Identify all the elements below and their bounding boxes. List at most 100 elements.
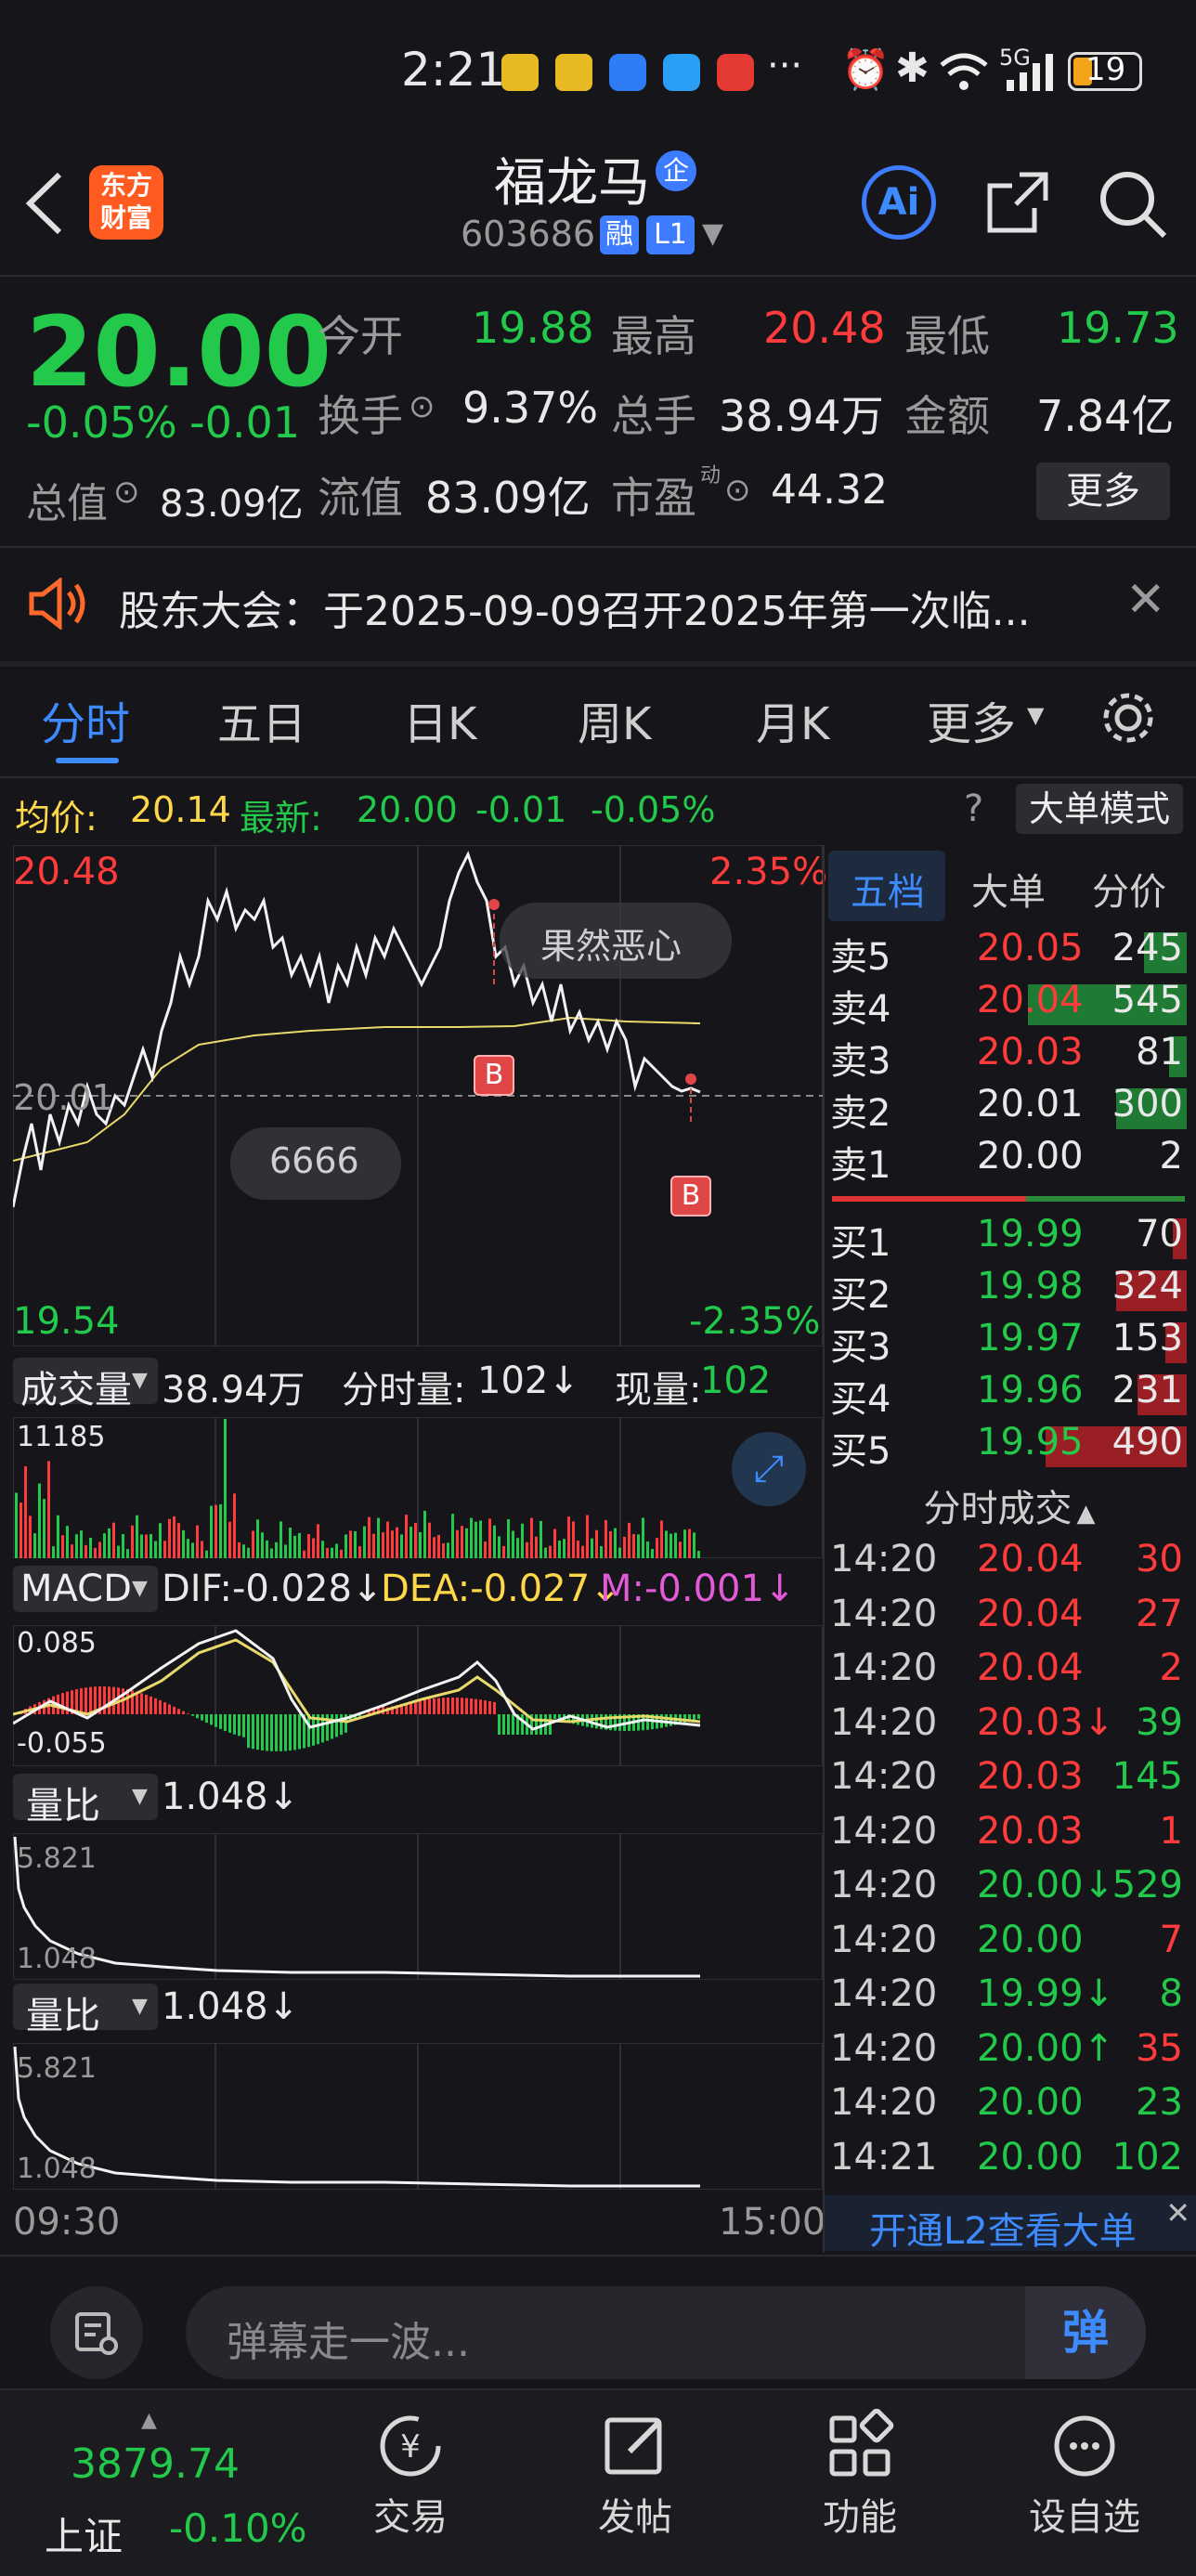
- nav-add-watchlist[interactable]: 设自选: [1010, 2409, 1159, 2541]
- tab-price-dist[interactable]: 分价: [1092, 862, 1166, 916]
- tab-level5[interactable]: 五档: [851, 862, 925, 916]
- badge-l1: L1: [654, 218, 687, 251]
- notice-bar[interactable]: 股东大会：于2025-09-09召开2025年第一次临... ✕: [0, 548, 1196, 659]
- level-badge[interactable]: L1: [646, 215, 695, 254]
- bid-row[interactable]: 买119.9970: [828, 1213, 1190, 1265]
- ask-row[interactable]: 卖220.01300: [828, 1083, 1190, 1135]
- bid-price: 19.96: [977, 1369, 1084, 1412]
- app-notification-icon: [717, 54, 754, 91]
- intraday-chart[interactable]: [13, 845, 823, 1347]
- volume-bar: [238, 1542, 240, 1558]
- expand-button[interactable]: ⤢: [732, 1432, 806, 1506]
- tick-volume-label: 分时量:: [342, 1360, 465, 1413]
- tab-daily-k[interactable]: 日K: [403, 687, 476, 752]
- volume-bar: [484, 1542, 487, 1558]
- volume-bar: [187, 1539, 189, 1558]
- macd-bar: [219, 1714, 222, 1729]
- nav-add-watchlist-label: 设自选: [1010, 2487, 1159, 2541]
- macd-bar: [488, 1701, 491, 1714]
- danmaku-settings-button[interactable]: [50, 2286, 143, 2379]
- app-notification-icon: [501, 54, 539, 91]
- ask-row[interactable]: 卖520.05245: [828, 927, 1190, 979]
- bid-row[interactable]: 买319.97153: [828, 1317, 1190, 1369]
- bid-price: 19.99: [977, 1213, 1084, 1255]
- header: 东方 财富 福龙马 企 603686 融 L1 ▼ Ai: [0, 130, 1196, 269]
- volume-bar: [112, 1523, 115, 1558]
- tab-underline: [56, 758, 119, 763]
- tab-more[interactable]: 更多: [927, 687, 1016, 752]
- volume-bar: [507, 1519, 510, 1558]
- tick-time: 14:20: [830, 1593, 937, 1635]
- buy-marker[interactable]: B: [670, 1176, 711, 1216]
- chevron-down-icon[interactable]: ▼: [702, 217, 723, 250]
- ratio-selector[interactable]: 量比 ▼: [13, 1984, 158, 2030]
- volume-bar: [512, 1531, 514, 1558]
- back-arrow-icon[interactable]: [24, 171, 65, 236]
- tick-volume: 30: [1136, 1538, 1183, 1581]
- macd-bar: [479, 1699, 482, 1714]
- ask-row[interactable]: 卖320.0381: [828, 1031, 1190, 1083]
- index-widget[interactable]: ▲ 3879.74 上证 -0.10%: [37, 2409, 316, 2557]
- tick-volume: 27: [1136, 1593, 1183, 1635]
- volume-bar: [572, 1521, 575, 1558]
- macd-bar: [697, 1714, 700, 1719]
- buy-marker[interactable]: B: [474, 1055, 514, 1096]
- macd-bar: [507, 1714, 510, 1735]
- tab-intraday[interactable]: 分时: [41, 687, 130, 752]
- send-danmaku-button[interactable]: 弹: [1025, 2286, 1146, 2379]
- macd-bar: [535, 1714, 538, 1735]
- volume-bar: [540, 1521, 542, 1558]
- macd-selector[interactable]: MACD ▼: [13, 1566, 158, 1612]
- volume-bar: [405, 1515, 408, 1558]
- bid-row[interactable]: 买419.96231: [828, 1369, 1190, 1421]
- alarm-icon: ⏰: [841, 46, 890, 93]
- avg-value: 20.14: [130, 789, 231, 830]
- tab-monthly-k[interactable]: 月K: [756, 687, 829, 752]
- tab-five-day[interactable]: 五日: [217, 687, 306, 752]
- info-icon: ⊙: [724, 472, 751, 509]
- volume-bar: [280, 1521, 282, 1558]
- nav-post[interactable]: 发帖: [561, 2409, 709, 2541]
- tab-big-order[interactable]: 大单: [971, 862, 1046, 916]
- wifi-icon: [938, 52, 990, 93]
- volume-bar: [52, 1546, 55, 1558]
- volume-bar: [642, 1517, 644, 1558]
- bid-price: 19.98: [977, 1265, 1084, 1308]
- ratio-chart: [13, 2043, 823, 2190]
- volume-bar: [577, 1541, 579, 1558]
- search-icon[interactable]: [1096, 167, 1170, 241]
- help-icon[interactable]: ?: [964, 787, 983, 830]
- volume-bar: [24, 1466, 27, 1558]
- ai-button[interactable]: Ai: [862, 165, 936, 240]
- gear-icon[interactable]: [1099, 689, 1157, 747]
- ask-row[interactable]: 卖120.002: [828, 1135, 1190, 1187]
- volume-selector[interactable]: 成交量 ▼: [13, 1358, 158, 1404]
- time-axis-end: 15:00: [719, 2201, 826, 2244]
- close-icon[interactable]: ✕: [1165, 2195, 1190, 2231]
- nav-features[interactable]: 功能: [786, 2409, 934, 2541]
- big-order-mode-button[interactable]: 大单模式: [1016, 784, 1183, 834]
- share-icon[interactable]: [982, 167, 1053, 238]
- bid-row[interactable]: 买219.98324: [828, 1265, 1190, 1317]
- close-icon[interactable]: ✕: [1125, 572, 1166, 628]
- macd-bar: [331, 1714, 333, 1739]
- ratio-selector[interactable]: 量比 ▼: [13, 1774, 158, 1820]
- volume-bar: [303, 1551, 306, 1558]
- macd-bar: [484, 1700, 487, 1714]
- volume-bar: [377, 1518, 380, 1558]
- tick-time: 14:20: [830, 1972, 937, 2015]
- ask-label: 卖3: [830, 1031, 890, 1085]
- volume-bar: [498, 1536, 500, 1558]
- ask-row[interactable]: 卖420.04545: [828, 979, 1190, 1031]
- macd-bar: [210, 1714, 213, 1724]
- bid-row[interactable]: 买519.95490: [828, 1421, 1190, 1473]
- volume-bar: [447, 1542, 449, 1558]
- macd-bar: [182, 1711, 185, 1714]
- pe-superscript: 动: [700, 459, 721, 488]
- macd-bar: [442, 1698, 445, 1714]
- tab-weekly-k[interactable]: 周K: [578, 687, 651, 752]
- more-button[interactable]: 更多: [1036, 462, 1170, 520]
- l2-banner[interactable]: 开通L2查看大单 ✕: [825, 2195, 1196, 2251]
- danmaku-input[interactable]: 弹幕走一波... 弹: [186, 2286, 1146, 2379]
- nav-trade[interactable]: ¥ 交易: [336, 2409, 485, 2541]
